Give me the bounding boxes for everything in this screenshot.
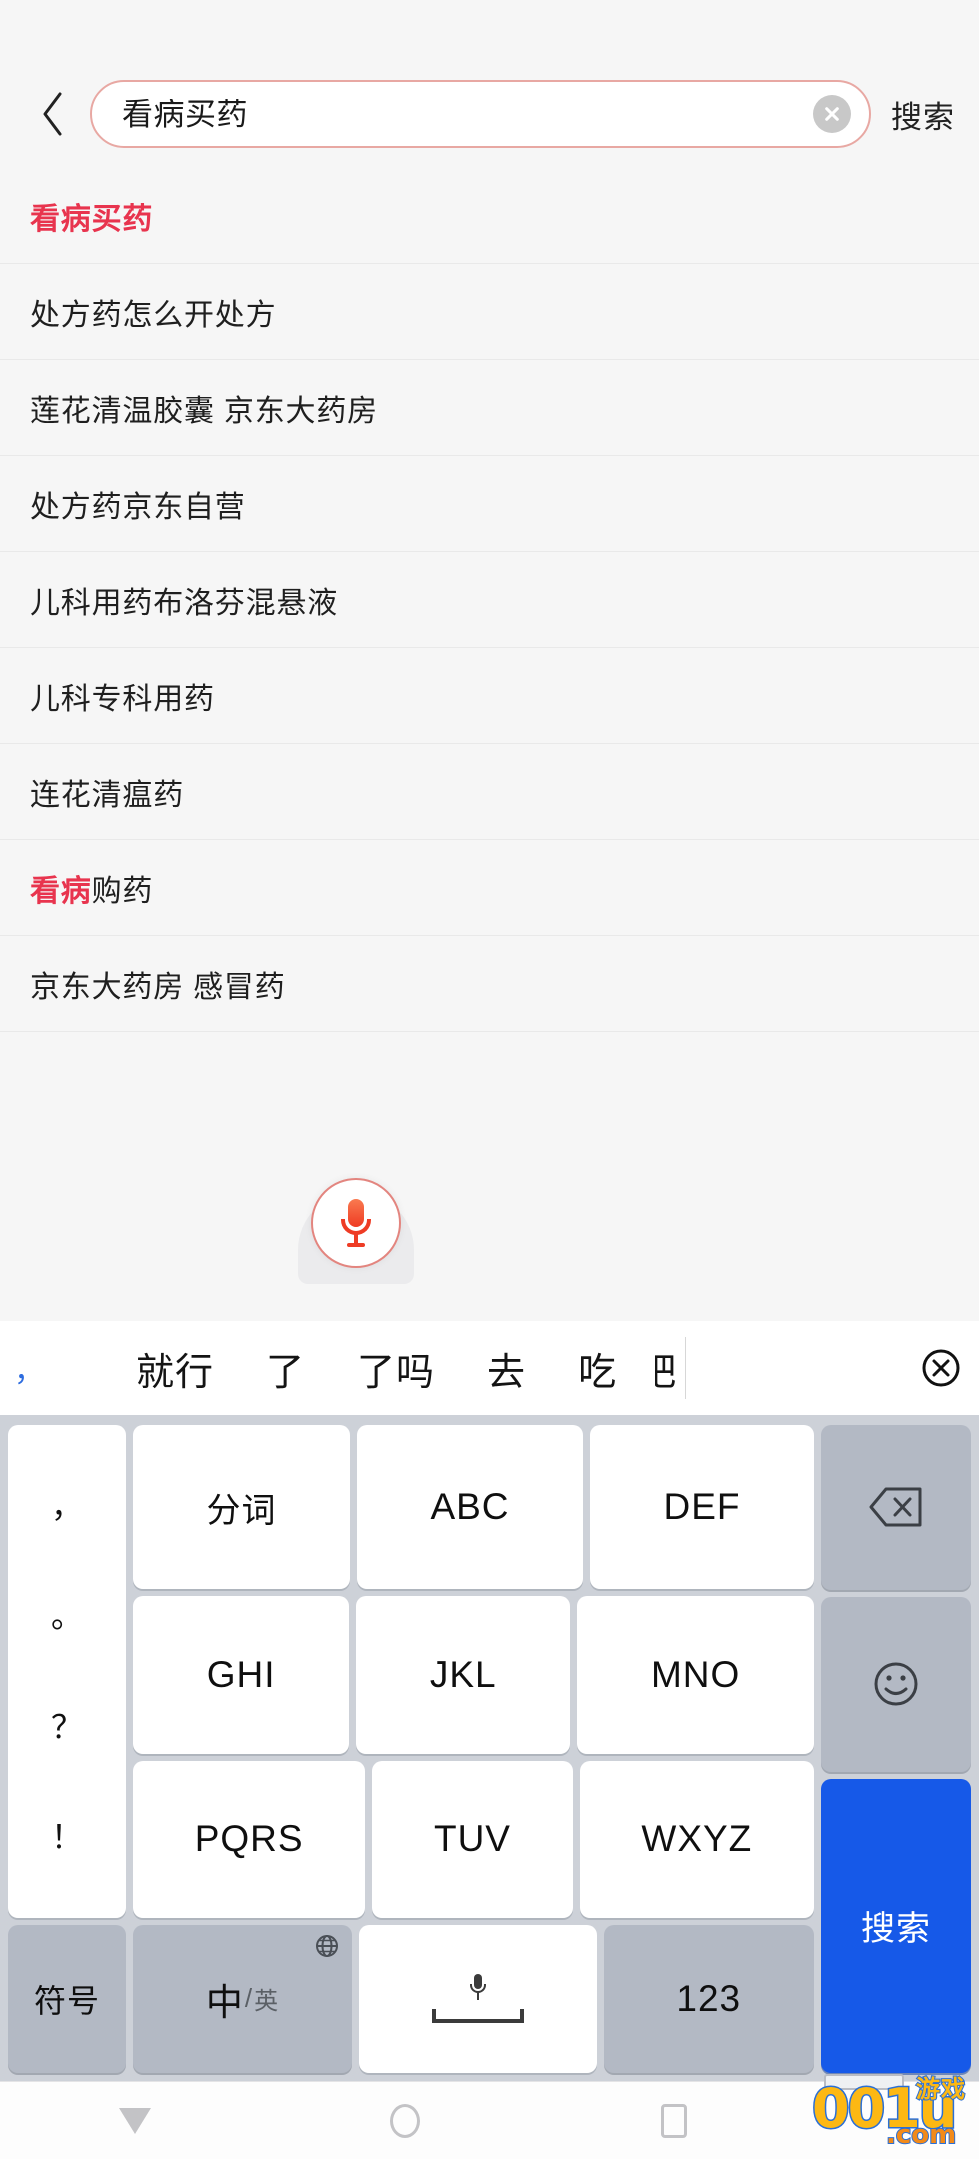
keyboard-row-4: 中 / 英 123 xyxy=(133,1924,814,2073)
clear-icon[interactable] xyxy=(813,95,851,133)
android-navigation-bar xyxy=(0,2081,979,2159)
voice-search-button[interactable] xyxy=(311,1178,401,1268)
chevron-left-icon xyxy=(40,91,66,137)
keyboard-right-column: 搜索 xyxy=(821,1425,971,2073)
candidate-item[interactable]: 了 xyxy=(240,1341,331,1396)
list-item[interactable]: 连花清瘟药 xyxy=(0,744,979,840)
list-item[interactable]: 莲花清温胶囊 京东大药房 xyxy=(0,360,979,456)
circle-home-icon xyxy=(389,2103,420,2138)
list-item[interactable]: 儿科专科用药 xyxy=(0,648,979,744)
key-jkl[interactable]: JKL xyxy=(356,1596,571,1754)
suggestion-text: 儿科用药布洛芬混悬液 xyxy=(30,586,338,620)
emoji-smiley-icon xyxy=(874,1662,918,1706)
list-item[interactable]: 看病 购药 xyxy=(0,840,979,936)
suggestion-text: 购药 xyxy=(91,874,154,908)
suggestion-text: 儿科专科用药 xyxy=(30,682,215,716)
numeric-key[interactable]: 123 xyxy=(603,1924,814,2073)
symbol-key[interactable]: 符号 xyxy=(8,1925,126,2073)
emoji-key[interactable] xyxy=(821,1596,971,1772)
language-toggle-key[interactable]: 中 / 英 xyxy=(133,1924,352,2073)
search-header: 看病买药 搜索 xyxy=(0,60,979,168)
keyboard-body: ， 。 ？ ！ 符号 分词 ABC DEF GHI JKL MNO PQRS T… xyxy=(0,1415,979,2081)
lang-main: 中 xyxy=(205,1981,244,2023)
microphone-icon xyxy=(339,1199,373,1247)
suggestion-text: 处方药京东自营 xyxy=(30,490,246,524)
backspace-key[interactable] xyxy=(821,1425,971,1590)
list-item[interactable]: 看病买药 xyxy=(0,168,979,264)
space-key[interactable] xyxy=(358,1924,597,2073)
key-segment[interactable]: 分词 xyxy=(133,1425,350,1590)
suggestion-text: 处方药怎么开处方 xyxy=(30,298,277,332)
keyboard-left-column: ， 。 ？ ！ 符号 xyxy=(8,1425,126,2073)
key-def[interactable]: DEF xyxy=(590,1425,814,1590)
key-ghi[interactable]: GHI xyxy=(133,1596,350,1754)
punct-question[interactable]: ？ xyxy=(51,1711,83,1743)
suggestion-text-highlight: 看病 xyxy=(30,874,92,908)
keyboard-row-2: GHI JKL MNO xyxy=(133,1596,814,1754)
search-submit-button[interactable]: 搜索 xyxy=(889,86,957,143)
list-item[interactable]: 儿科用药布洛芬混悬液 xyxy=(0,552,979,648)
punct-comma[interactable]: ， xyxy=(51,1490,83,1522)
punctuation-key[interactable]: ， 。 ？ ！ xyxy=(8,1425,126,1918)
keyboard-main-column: 分词 ABC DEF GHI JKL MNO PQRS TUV WXYZ 中 /… xyxy=(133,1425,815,2073)
microphone-icon xyxy=(431,1974,524,2024)
suggestion-text: 连花清瘟药 xyxy=(30,778,184,812)
search-input[interactable]: 看病买药 xyxy=(90,80,871,148)
globe-icon xyxy=(314,1933,340,1959)
list-item[interactable]: 京东大药房 感冒药 xyxy=(0,936,979,1032)
keyboard-row-1: 分词 ABC DEF xyxy=(133,1425,814,1590)
candidate-item[interactable]: 去 xyxy=(461,1341,552,1396)
key-abc[interactable]: ABC xyxy=(356,1425,584,1590)
ime-keyboard: ， 就行 了 了吗 去 吃 吧 ， 。 ？ ！ 符号 分词 ABC DEF GH… xyxy=(0,1321,979,2081)
back-button[interactable] xyxy=(30,84,76,144)
list-item[interactable]: 处方药怎么开处方 xyxy=(0,264,979,360)
candidate-item[interactable]: 了吗 xyxy=(331,1341,461,1396)
key-pqrs[interactable]: PQRS xyxy=(133,1760,366,1918)
keyboard-row-3: PQRS TUV WXYZ xyxy=(133,1760,815,1918)
key-tuv[interactable]: TUV xyxy=(372,1760,573,1918)
suggestion-text: 莲花清温胶囊 京东大药房 xyxy=(30,394,378,428)
triangle-back-icon xyxy=(118,2107,151,2134)
square-recents-icon xyxy=(661,2103,688,2138)
list-item[interactable]: 处方药京东自营 xyxy=(0,456,979,552)
nav-home-button[interactable] xyxy=(270,2103,540,2138)
lang-sub: 英 xyxy=(254,1988,280,2016)
candidate-list: 就行 了 了吗 去 吃 吧 xyxy=(58,1337,903,1399)
candidate-item[interactable]: 就行 xyxy=(110,1341,240,1396)
candidate-punctuation[interactable]: ， xyxy=(0,1346,58,1390)
nav-back-button[interactable] xyxy=(0,2107,270,2134)
candidate-item[interactable]: 吃 xyxy=(552,1341,643,1396)
suggestion-text: 看病买药 xyxy=(30,202,154,236)
close-circle-icon[interactable] xyxy=(903,1346,979,1390)
status-bar-spacer xyxy=(0,0,979,60)
divider xyxy=(685,1337,687,1399)
search-input-value[interactable]: 看病买药 xyxy=(122,99,813,130)
key-mno[interactable]: MNO xyxy=(577,1596,814,1754)
lang-slash: / xyxy=(244,1983,254,2014)
candidate-item-clipped[interactable]: 吧 xyxy=(655,1341,677,1396)
punct-period[interactable]: 。 xyxy=(51,1600,83,1632)
search-suggestion-list: 看病买药 处方药怎么开处方 莲花清温胶囊 京东大药房 处方药京东自营 儿科用药布… xyxy=(0,168,979,1281)
nav-recents-button[interactable] xyxy=(539,2103,809,2138)
suggestion-text: 京东大药房 感冒药 xyxy=(30,970,286,1004)
punct-exclaim[interactable]: ！ xyxy=(51,1821,83,1853)
enter-search-key[interactable]: 搜索 xyxy=(821,1778,971,2073)
candidate-bar: ， 就行 了 了吗 去 吃 吧 xyxy=(0,1321,979,1415)
key-wxyz[interactable]: WXYZ xyxy=(579,1760,815,1918)
backspace-icon xyxy=(869,1487,922,1527)
